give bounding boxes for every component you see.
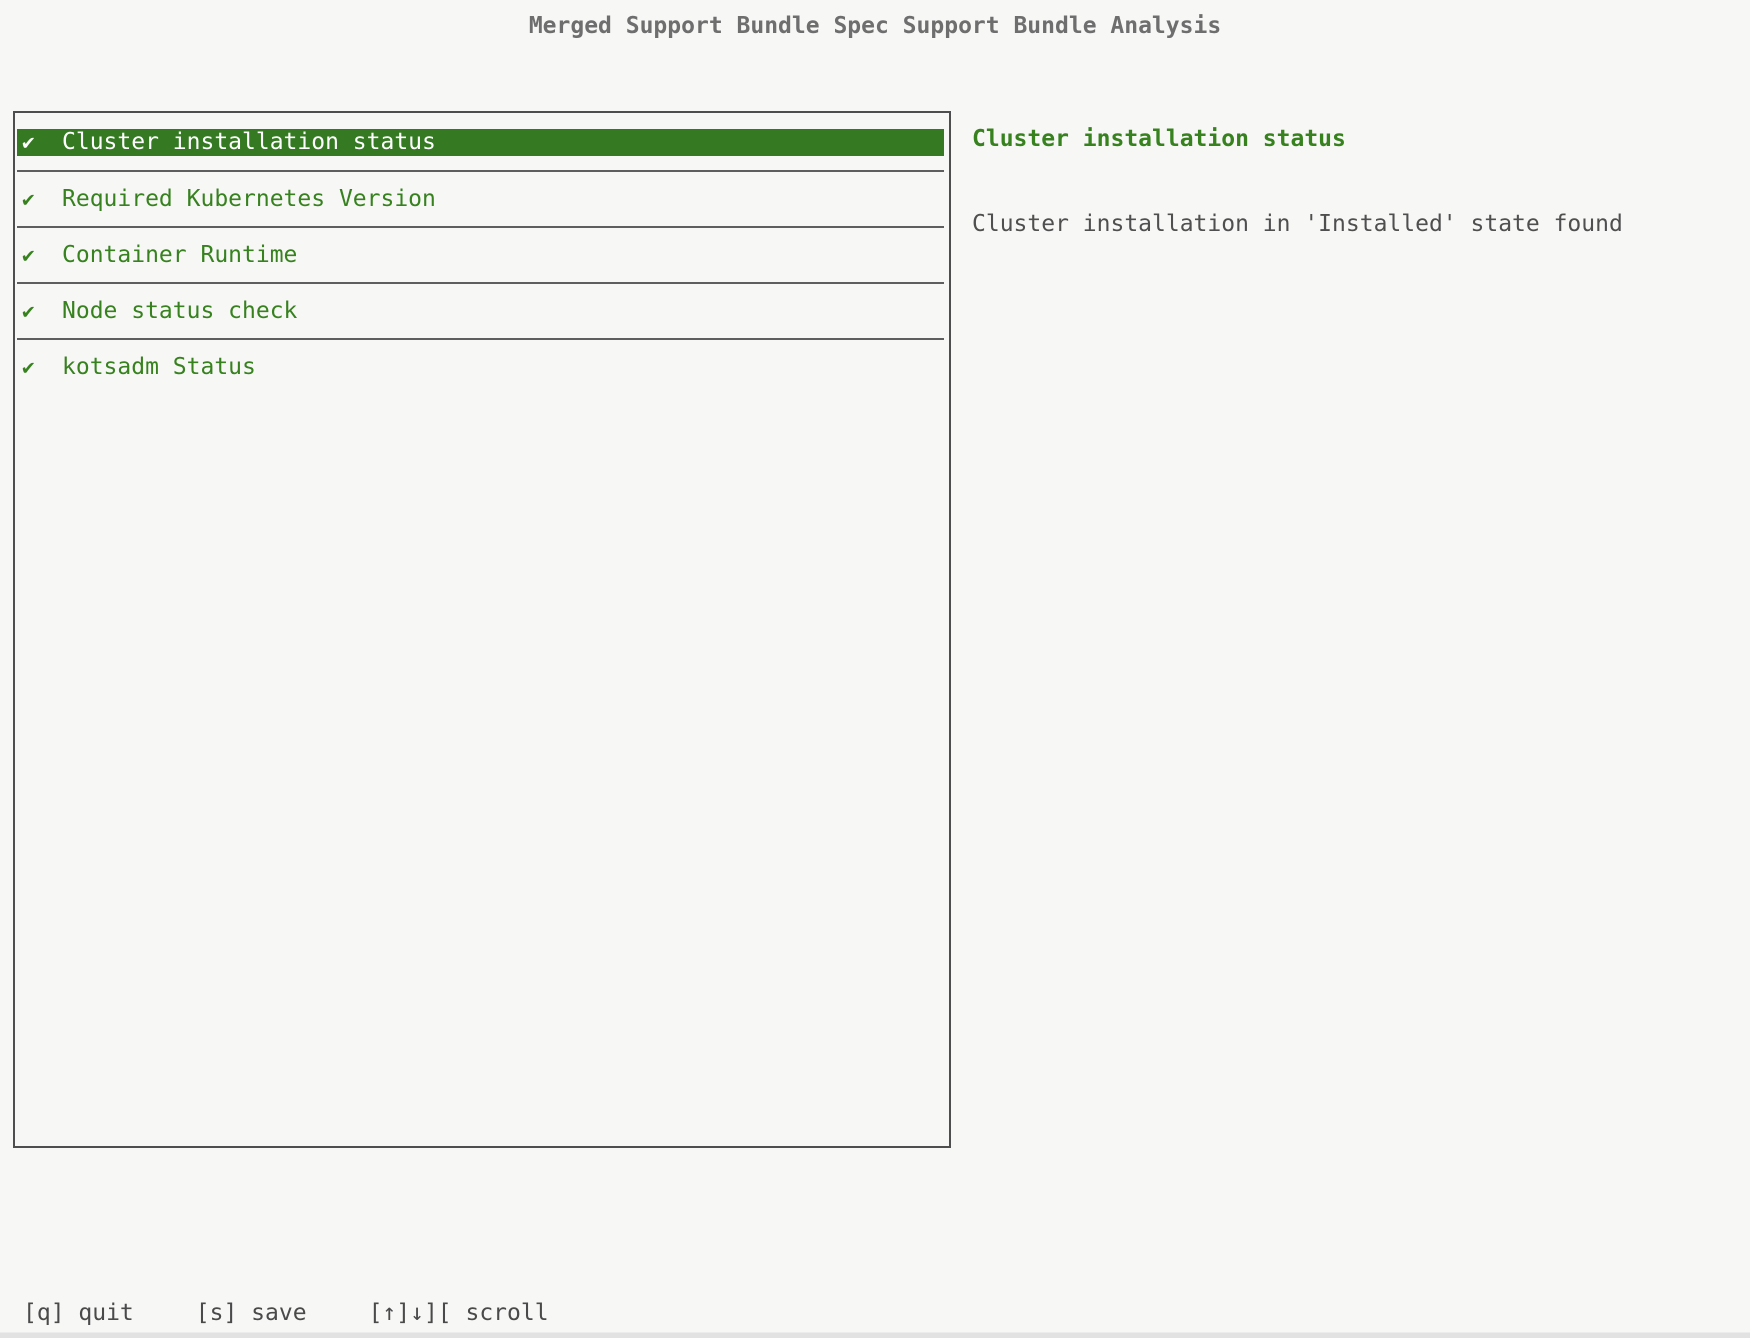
scroll-hint: [↑]↓][ scroll — [369, 1300, 549, 1327]
window-edge-strip — [0, 1332, 1750, 1338]
list-row: ✔ kotsadm Status — [17, 354, 944, 381]
analyzer-list: ✔ Cluster installation status ✔ Required… — [13, 111, 951, 1148]
analyzer-item-kotsadm-status[interactable]: ✔ kotsadm Status — [17, 338, 944, 394]
list-row: ✔ Node status check — [17, 298, 944, 325]
list-row: ✔ Container Runtime — [17, 242, 944, 269]
page-title: Merged Support Bundle Spec Support Bundl… — [0, 13, 1750, 39]
analyzer-item-container-runtime[interactable]: ✔ Container Runtime — [17, 226, 944, 282]
item-label: Required Kubernetes Version — [62, 186, 436, 213]
item-label: kotsadm Status — [62, 354, 256, 381]
analyzer-item-cluster-installation-status[interactable]: ✔ Cluster installation status — [17, 114, 944, 170]
check-icon: ✔ — [22, 298, 62, 325]
keybinding-bar: [q] quit [s] save [↑]↓][ scroll — [23, 1300, 549, 1327]
analyzer-item-required-kubernetes-version[interactable]: ✔ Required Kubernetes Version — [17, 170, 944, 226]
item-label: Cluster installation status — [62, 129, 436, 156]
check-icon: ✔ — [22, 186, 62, 213]
item-label: Container Runtime — [62, 242, 297, 269]
check-icon: ✔ — [22, 129, 62, 156]
detail-message: Cluster installation in 'Installed' stat… — [972, 211, 1623, 238]
save-hint: [s] save — [196, 1300, 307, 1327]
analyzer-item-node-status-check[interactable]: ✔ Node status check — [17, 282, 944, 338]
item-label: Node status check — [62, 298, 297, 325]
detail-heading: Cluster installation status — [972, 126, 1346, 153]
list-row: ✔ Required Kubernetes Version — [17, 186, 944, 213]
list-row: ✔ Cluster installation status — [17, 129, 944, 156]
check-icon: ✔ — [22, 242, 62, 269]
support-bundle-analysis-screen: Merged Support Bundle Spec Support Bundl… — [0, 0, 1750, 1338]
quit-hint: [q] quit — [23, 1300, 134, 1327]
check-icon: ✔ — [22, 354, 62, 381]
